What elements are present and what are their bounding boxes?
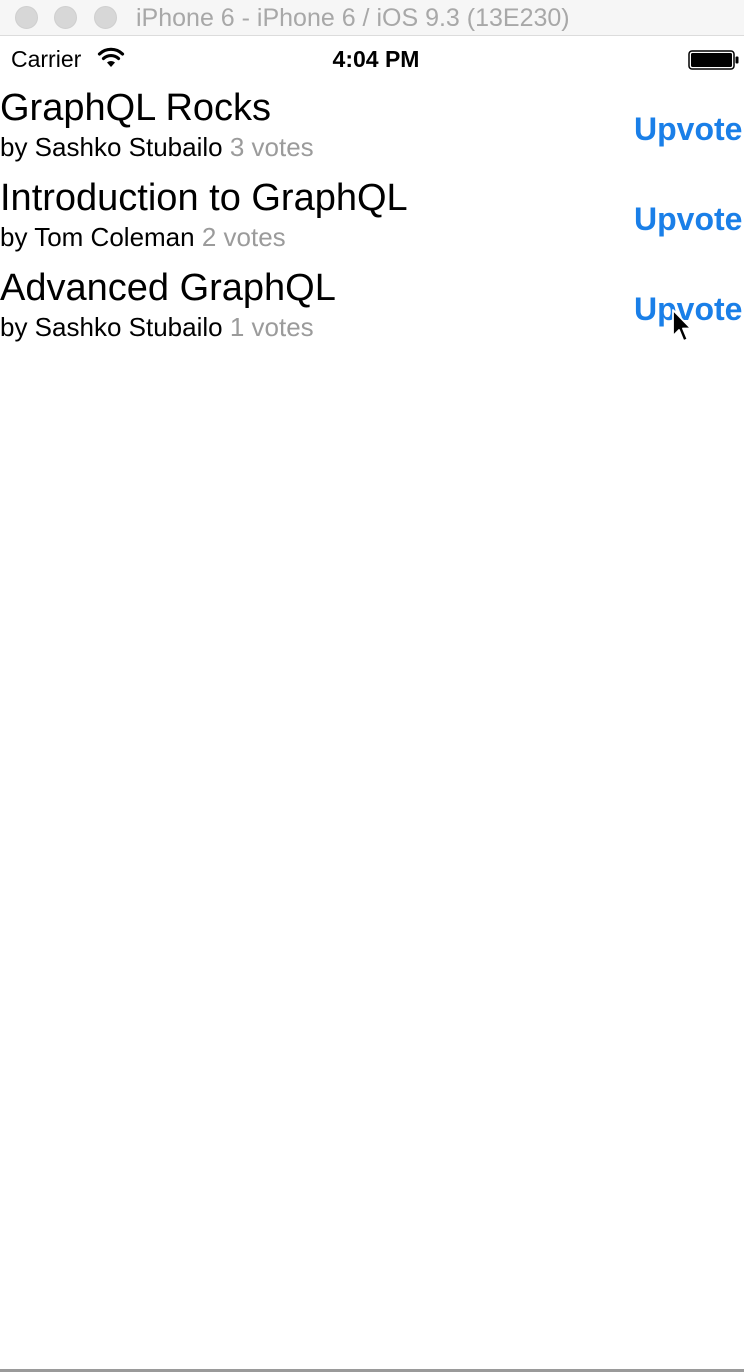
status-time: 4:04 PM	[332, 46, 420, 72]
list-item: GraphQL Rocks by Sashko Stubailo 3 votes…	[0, 86, 744, 176]
simulator-window: iPhone 6 - iPhone 6 / iOS 9.3 (13E230) C…	[0, 0, 744, 1372]
post-title: Advanced GraphQL	[0, 267, 336, 309]
post-meta: by Sashko Stubailo 1 votes	[0, 311, 314, 343]
post-meta: by Tom Coleman 2 votes	[0, 221, 286, 253]
upvote-button[interactable]: Upvote	[634, 109, 742, 149]
window-title: iPhone 6 - iPhone 6 / iOS 9.3 (13E230)	[136, 4, 570, 32]
list-item: Introduction to GraphQL by Tom Coleman 2…	[0, 176, 744, 266]
battery-icon	[688, 50, 739, 70]
post-title: GraphQL Rocks	[0, 87, 272, 129]
zoom-window-button[interactable]	[94, 6, 117, 29]
post-title: Introduction to GraphQL	[0, 177, 408, 219]
list-item: Advanced GraphQL by Sashko Stubailo 1 vo…	[0, 266, 744, 356]
post-meta: by Sashko Stubailo 3 votes	[0, 131, 314, 163]
ios-status-bar: Carrier 4:04 PM	[0, 38, 744, 80]
post-author: by Sashko Stubailo	[0, 312, 223, 342]
minimize-window-button[interactable]	[54, 6, 77, 29]
post-votes: 1 votes	[229, 312, 314, 342]
post-author: by Tom Coleman	[0, 222, 195, 252]
post-list: GraphQL Rocks by Sashko Stubailo 3 votes…	[0, 86, 744, 356]
post-votes: 2 votes	[201, 222, 286, 252]
post-votes: 3 votes	[229, 132, 314, 162]
simulator-title-bar: iPhone 6 - iPhone 6 / iOS 9.3 (13E230)	[0, 0, 744, 36]
close-window-button[interactable]	[15, 6, 38, 29]
post-author: by Sashko Stubailo	[0, 132, 223, 162]
upvote-button[interactable]: Upvote	[634, 199, 742, 239]
upvote-button[interactable]: Upvote	[634, 289, 742, 329]
